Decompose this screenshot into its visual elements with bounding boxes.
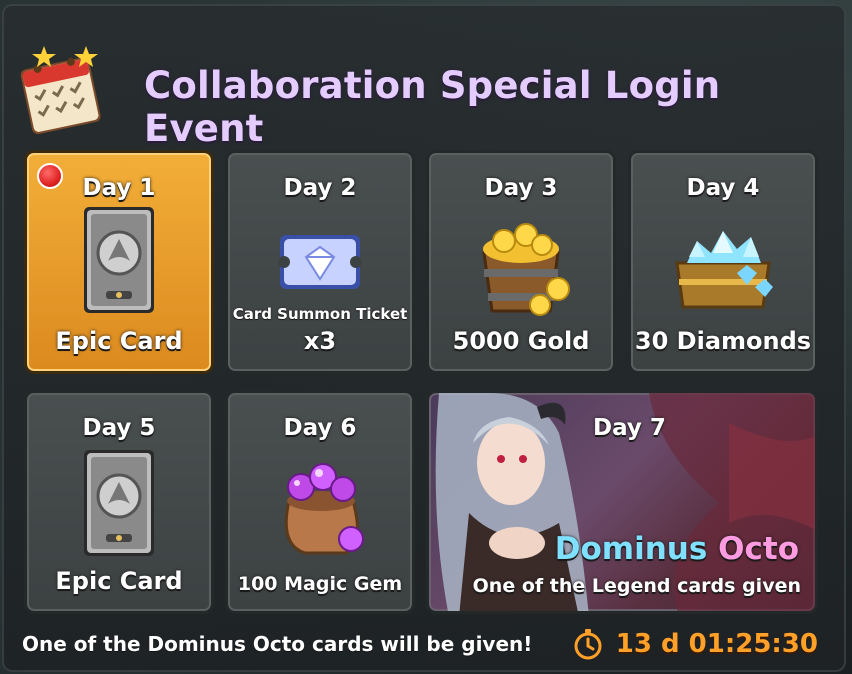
footer-note: One of the Dominus Octo cards will be gi… [22,632,533,656]
login-event-panel: Collaboration Special Login Event Day 1 … [2,4,846,672]
day-label: Day 6 [283,415,357,441]
reward-label: Epic Card [55,567,183,595]
magic-gem-bag-icon [284,463,364,555]
reward-name-part1: Dominus [554,531,708,567]
day-card-7[interactable]: Day 7 Dominus Octo One of the Legend car… [426,390,818,614]
day-label: Day 5 [82,415,156,441]
day-card-1[interactable]: Day 1 Epic Card [24,150,214,374]
calendar-icon [20,46,101,135]
day-label: Day 1 [82,175,156,201]
timer-text: 13 d 01:25:30 [615,629,818,659]
reward-sub-label: Card Summon Ticket [232,305,408,323]
day-card-4[interactable]: Day 4 30 Diamonds [628,150,818,374]
day-label: Day 4 [686,175,760,201]
reward-name: Dominus Octo [555,531,799,567]
page-title: Collaboration Special Login Event [144,64,721,150]
epic-card-icon [84,207,154,313]
event-timer: 13 d 01:25:30 [572,626,818,662]
day-card-5[interactable]: Day 5 Epic Card [24,390,214,614]
summon-ticket-icon [278,235,362,289]
epic-card-icon [84,450,154,556]
reward-label: 100 Magic Gem [237,573,403,595]
stopwatch-icon [574,629,602,660]
reward-label: 30 Diamonds [634,327,812,355]
reward-label: x3 [303,327,337,355]
diamond-chest-icon [675,231,773,309]
day-label: Day 7 [593,415,666,441]
day-card-2[interactable]: Day 2 Card Summon Ticket x3 [225,150,415,374]
reward-description: One of the Legend cards given [472,575,801,597]
reward-name-part2: Octo [718,531,799,567]
day-label: Day 3 [484,175,558,201]
header: Collaboration Special Login Event [14,42,834,150]
day-card-6[interactable]: Day 6 100 Magic Gem [225,390,415,614]
gold-bucket-icon [482,223,570,316]
reward-label: 5000 Gold [452,327,590,355]
day-label: Day 2 [283,175,357,201]
reward-label: Epic Card [55,327,183,355]
day-card-3[interactable]: Day 3 5000 Gold [426,150,616,374]
